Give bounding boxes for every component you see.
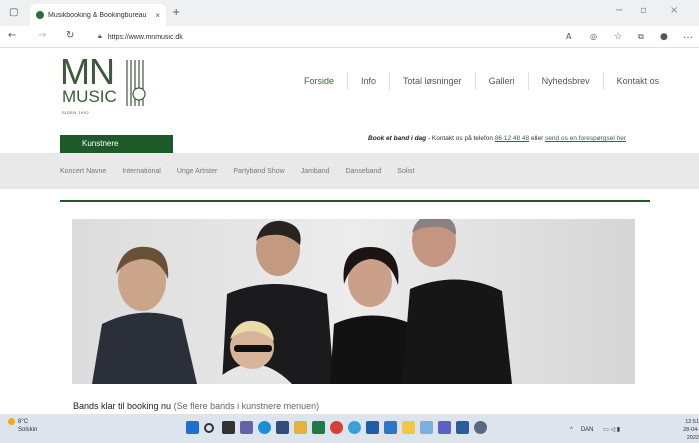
booking-text-2: eller (529, 135, 546, 142)
phone-link[interactable]: 86 12 48 48 (495, 135, 529, 142)
caption-sub: (Se flere bands i kunstnere menuen) (173, 401, 320, 411)
browser-tab-bar: ▢ Musikbooking & Bookingbureau × + − ▫ × (0, 0, 699, 26)
band-photo-icon (72, 219, 635, 384)
main-nav: Forside Info Total løsninger Galleri Nyh… (290, 72, 672, 90)
subnav-solist[interactable]: Solist (397, 168, 414, 175)
website-viewport: MN MUSIC SIDEN 1992 Forside Info Total l… (0, 48, 699, 414)
mail-icon[interactable] (366, 421, 379, 434)
close-tab-icon[interactable]: × (155, 11, 160, 20)
kunstnere-button[interactable]: Kunstnere (60, 135, 173, 153)
weather-temp: 8°C (18, 419, 29, 426)
caption-main: Bands klar til booking nu (73, 401, 172, 411)
nav-galleri[interactable]: Galleri (474, 72, 528, 90)
task-view-icon[interactable] (222, 421, 235, 434)
tray-icons[interactable]: ▭ ◁ ▮ (603, 427, 620, 433)
logo-mn: MN (60, 51, 115, 92)
nav-forside[interactable]: Forside (290, 72, 347, 90)
refresh-icon[interactable]: ↻ (66, 31, 74, 41)
edge-icon[interactable] (258, 421, 271, 434)
app-icon-1[interactable] (348, 421, 361, 434)
subnav-danseband[interactable]: Danseband (345, 168, 381, 175)
store-icon[interactable] (276, 421, 289, 434)
booking-bold: Book et band i dag (368, 135, 427, 142)
files-icon[interactable] (294, 421, 307, 434)
read-aloud-icon[interactable]: A (566, 32, 571, 42)
chat-icon[interactable] (240, 421, 253, 434)
lock-icon: 🔒︎ (98, 33, 102, 40)
settings-icon[interactable] (474, 421, 487, 434)
url-text: https://www.mnmusic.dk (107, 33, 183, 41)
nav-kontakt-os[interactable]: Kontakt os (602, 72, 673, 90)
start-icon[interactable] (186, 421, 199, 434)
nav-nyhedsbrev[interactable]: Nyhedsbrev (527, 72, 603, 90)
new-tab-icon[interactable]: + (172, 8, 180, 18)
clock-date: 28-04-2022 (683, 427, 699, 441)
collections-icon[interactable]: ⧉ (638, 32, 644, 42)
logo-harp-icon (126, 60, 146, 106)
subnav-partyband-show[interactable]: Partyband Show (233, 168, 284, 175)
content-divider (60, 200, 650, 202)
chevron-up-icon[interactable]: ^ (570, 427, 573, 433)
browser-nav-bar: ← → ↻ 🔒︎ https://www.mnmusic.dk A ◎ ☆ ⧉ … (0, 26, 699, 48)
sub-nav: Koncert Navne International Unge Artiste… (0, 153, 699, 189)
favorites-icon[interactable]: ☆ (614, 32, 622, 42)
tabs-icon[interactable]: ▢ (9, 8, 18, 18)
forward-icon[interactable]: → (38, 31, 46, 41)
profile-icon[interactable]: ● (660, 32, 668, 42)
weather-text: Solskin (18, 427, 38, 434)
booking-line: Book et band i dag - Kontakt os på telef… (368, 135, 626, 142)
excel-icon[interactable] (312, 421, 325, 434)
app-icon-3[interactable] (420, 421, 433, 434)
subnav-unge-artister[interactable]: Unge Artister (177, 168, 217, 175)
clock[interactable]: 12:51 28-04-2022 (677, 418, 699, 442)
site-favicon-icon (36, 11, 44, 19)
tab-title: Musikbooking & Bookingbureau (48, 11, 147, 19)
nav-info[interactable]: Info (347, 72, 389, 90)
booking-text-1: - Kontakt os på telefon (426, 135, 495, 142)
logo-since: SIDEN 1992 (62, 110, 90, 115)
extensions-icon[interactable]: ◎ (590, 32, 597, 42)
nav-total-loesninger[interactable]: Total løsninger (389, 72, 475, 90)
chrome-icon[interactable] (330, 421, 343, 434)
hero-band-photo[interactable] (72, 219, 635, 384)
subnav-koncert-navne[interactable]: Koncert Navne (60, 168, 106, 175)
language-indicator[interactable]: DAN (581, 427, 594, 433)
search-icon[interactable] (204, 423, 214, 433)
address-bar[interactable]: 🔒︎ https://www.mnmusic.dk (90, 29, 560, 45)
site-logo[interactable]: MN MUSIC SIDEN 1992 (60, 54, 152, 120)
subnav-international[interactable]: International (122, 168, 161, 175)
teams-icon[interactable] (438, 421, 451, 434)
logo-music: MUSIC (62, 87, 117, 106)
more-icon[interactable]: … (683, 31, 693, 41)
maximize-icon[interactable]: ▫ (640, 6, 647, 16)
minimize-icon[interactable]: − (615, 6, 623, 16)
app-icon-2[interactable] (384, 421, 397, 434)
browser-tab[interactable]: Musikbooking & Bookingbureau × (30, 4, 166, 26)
back-icon[interactable]: ← (8, 31, 16, 41)
close-window-icon[interactable]: × (670, 6, 678, 16)
sun-icon (8, 418, 15, 425)
weather-widget[interactable]: 8°C Solskin (8, 418, 37, 434)
clock-time: 12:51 (685, 419, 699, 425)
system-tray: ^ DAN ▭ ◁ ▮ (570, 426, 620, 433)
folder-icon[interactable] (402, 421, 415, 434)
hero-caption: Bands klar til booking nu (Se flere band… (73, 401, 319, 411)
app-icon-4[interactable] (456, 421, 469, 434)
inquiry-link[interactable]: send os en forespørgsel her (545, 135, 626, 142)
subnav-jamband[interactable]: Jamband (301, 168, 330, 175)
